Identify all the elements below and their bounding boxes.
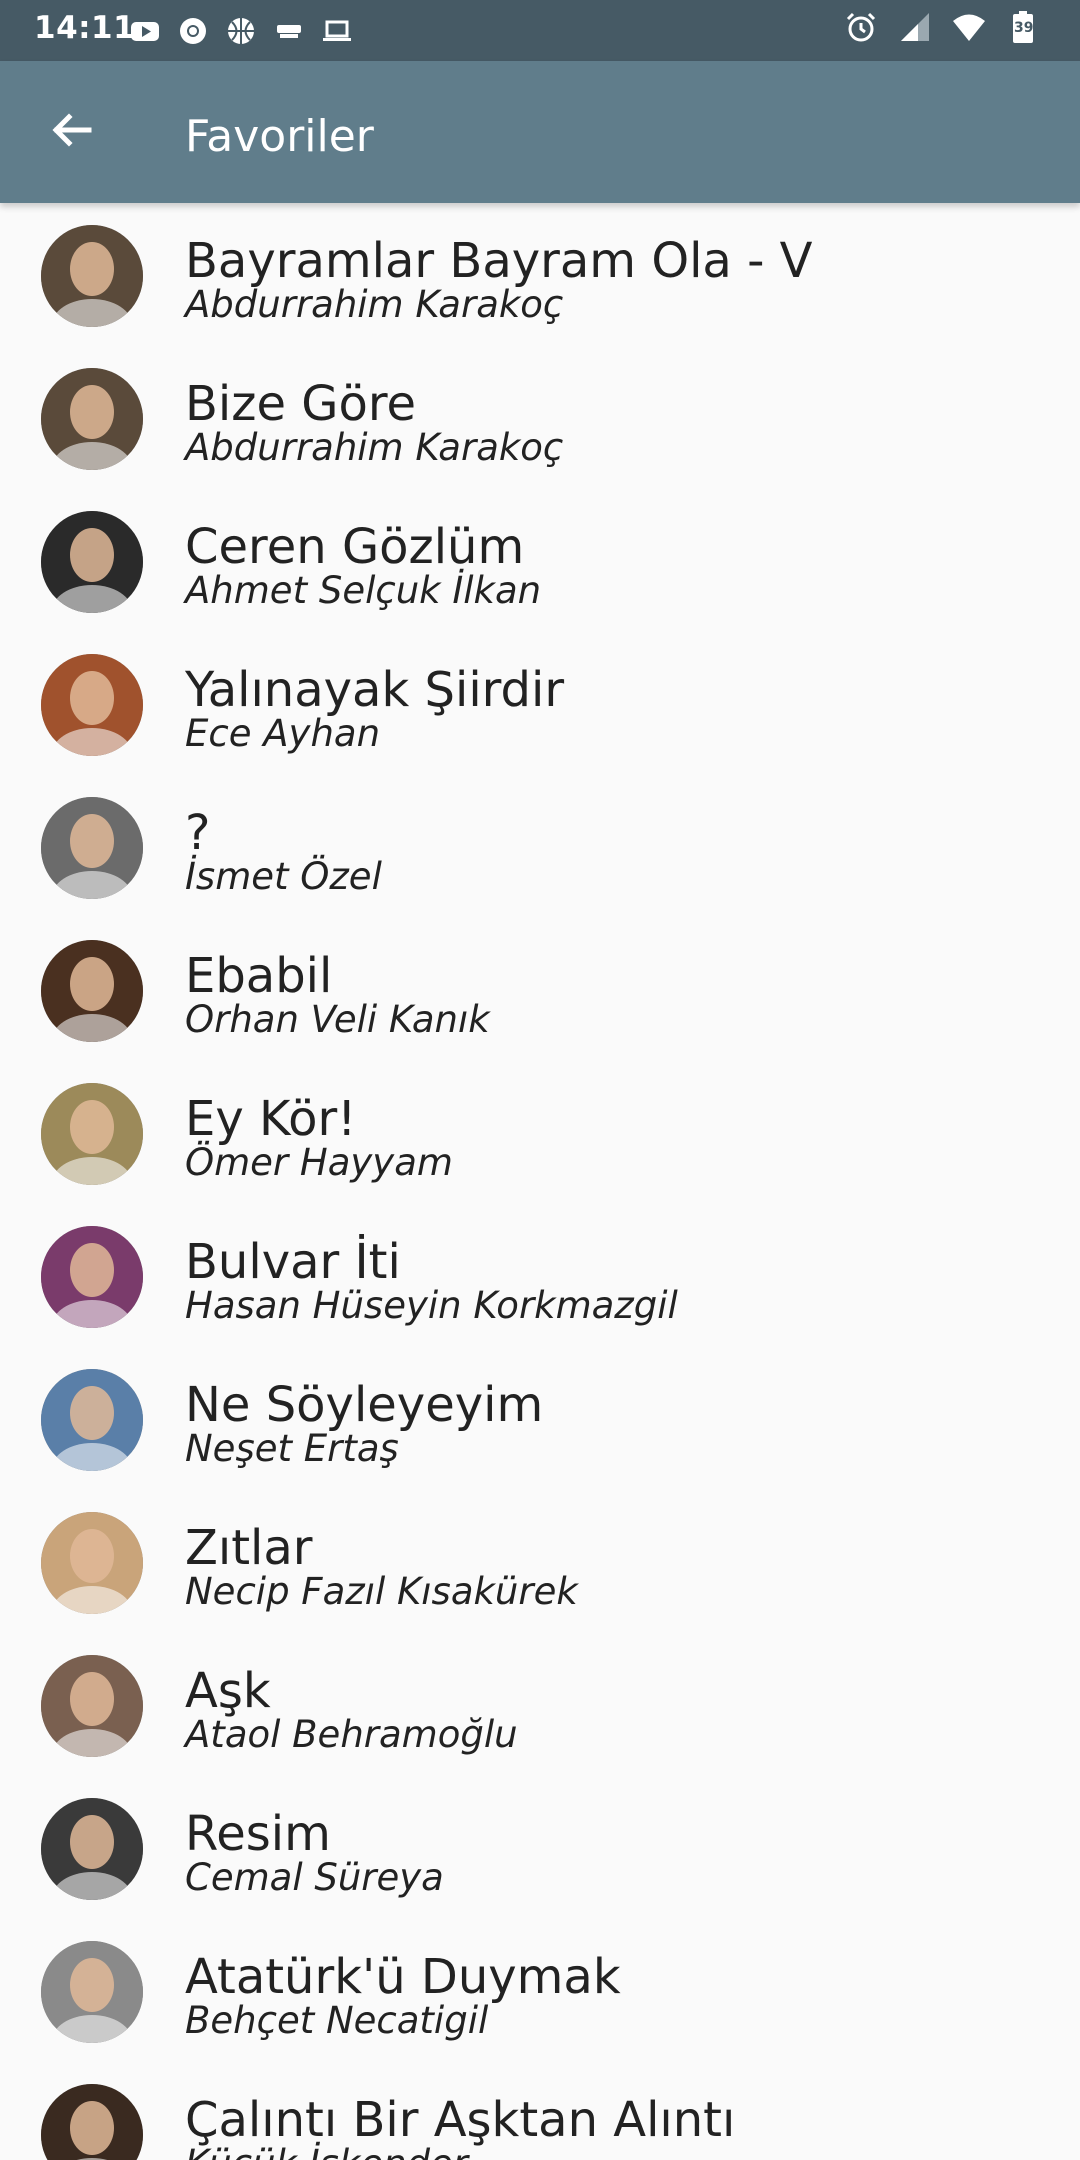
list-item[interactable]: Bulvar İti Hasan Hüseyin Korkmazgil	[0, 1204, 1080, 1347]
wifi-icon	[952, 10, 986, 44]
poet-avatar	[41, 2084, 143, 2160]
poem-title: Ne Söyleyeyim	[185, 1377, 544, 1433]
poet-avatar	[41, 940, 143, 1042]
youtube-icon	[128, 14, 162, 48]
page-title: Favoriler	[185, 111, 374, 162]
alarm-icon	[844, 10, 878, 44]
status-time: 14:11	[34, 10, 136, 46]
list-item[interactable]: Ebabil Orhan Veli Kanık	[0, 918, 1080, 1061]
cast-icon	[272, 14, 306, 48]
battery-icon: 39	[1006, 10, 1040, 44]
list-item[interactable]: Resim Cemal Süreya	[0, 1776, 1080, 1919]
list-item[interactable]: Ne Söyleyeyim Neşet Ertaş	[0, 1347, 1080, 1490]
basketball-icon	[224, 14, 258, 48]
poet-name: Orhan Veli Kanık	[185, 998, 490, 1041]
status-bar: 14:11 39	[0, 0, 1080, 61]
poet-name: Ataol Behramoğlu	[185, 1713, 518, 1756]
laptop-icon	[320, 14, 354, 48]
list-item[interactable]: Zıtlar Necip Fazıl Kısakürek	[0, 1490, 1080, 1633]
app-bar: Favoriler	[0, 61, 1080, 203]
poet-avatar	[41, 1369, 143, 1471]
poem-title: Resim	[185, 1806, 331, 1862]
poet-name: Abdurrahim Karakoç	[185, 426, 564, 469]
poem-title: Bayramlar Bayram Ola - V	[185, 233, 813, 289]
poet-avatar	[41, 225, 143, 327]
poet-name: Hasan Hüseyin Korkmazgil	[185, 1284, 678, 1327]
poet-avatar	[41, 1798, 143, 1900]
list-item[interactable]: Bize Göre Abdurrahim Karakoç	[0, 346, 1080, 489]
poet-avatar	[41, 511, 143, 613]
poet-avatar	[41, 368, 143, 470]
poet-name: Neşet Ertaş	[185, 1427, 399, 1470]
poem-title: Aşk	[185, 1663, 271, 1719]
poet-avatar	[41, 1655, 143, 1757]
poet-name: Küçük İskender	[185, 2142, 468, 2160]
list-item[interactable]: Bayramlar Bayram Ola - V Abdurrahim Karak…	[0, 203, 1080, 346]
poet-name: Ahmet Selçuk İlkan	[185, 569, 542, 612]
poet-name: Behçet Necatigil	[185, 1999, 489, 2042]
poet-avatar	[41, 797, 143, 899]
poem-title: Zıtlar	[185, 1520, 313, 1576]
poem-title: Ebabil	[185, 948, 333, 1004]
status-notification-icons	[128, 14, 354, 48]
poet-avatar	[41, 654, 143, 756]
list-item[interactable]: Çalıntı Bir Aşktan AlıntıKüçük İskender	[0, 2062, 1080, 2160]
poet-name: Ömer Hayyam	[185, 1141, 453, 1184]
poet-name: Abdurrahim Karakoç	[185, 283, 564, 326]
poet-avatar	[41, 1083, 143, 1185]
poem-title: Bize Göre	[185, 376, 417, 432]
poem-title: Bulvar İti	[185, 1234, 401, 1290]
list-item[interactable]: ? İsmet Özel	[0, 775, 1080, 918]
poem-title: Yalınayak Şiirdir	[185, 662, 565, 718]
back-button[interactable]	[38, 99, 104, 165]
list-item[interactable]: Aşk Ataol Behramoğlu	[0, 1633, 1080, 1776]
favorites-list: Bayramlar Bayram Ola - V Abdurrahim Karak…	[0, 203, 1080, 2160]
list-item[interactable]: Ceren Gözlüm Ahmet Selçuk İlkan	[0, 489, 1080, 632]
poet-name: Ece Ayhan	[185, 712, 381, 755]
signal-icon	[898, 10, 932, 44]
poem-title: Ceren Gözlüm	[185, 519, 525, 575]
poet-name: Necip Fazıl Kısakürek	[185, 1570, 578, 1613]
poet-avatar	[41, 1512, 143, 1614]
list-item[interactable]: Ey Kör! Ömer Hayyam	[0, 1061, 1080, 1204]
poem-title: Atatürk'ü Duymak	[185, 1949, 621, 2005]
list-item[interactable]: Atatürk'ü Duymak Behçet Necatigil	[0, 1919, 1080, 2062]
list-item[interactable]: Yalınayak Şiirdir Ece Ayhan	[0, 632, 1080, 775]
poet-name: İsmet Özel	[185, 855, 382, 898]
poem-title: Çalıntı Bir Aşktan Alıntı	[185, 2092, 736, 2148]
poet-avatar	[41, 1226, 143, 1328]
poet-name: Cemal Süreya	[185, 1856, 444, 1899]
poet-avatar	[41, 1941, 143, 2043]
poem-title: ?	[185, 805, 211, 861]
arrow-back-icon	[49, 108, 93, 156]
poem-title: Ey Kör!	[185, 1091, 357, 1147]
status-system-icons: 39	[844, 10, 1040, 44]
battery-level: 39	[1014, 20, 1034, 36]
chrome-icon	[176, 14, 210, 48]
